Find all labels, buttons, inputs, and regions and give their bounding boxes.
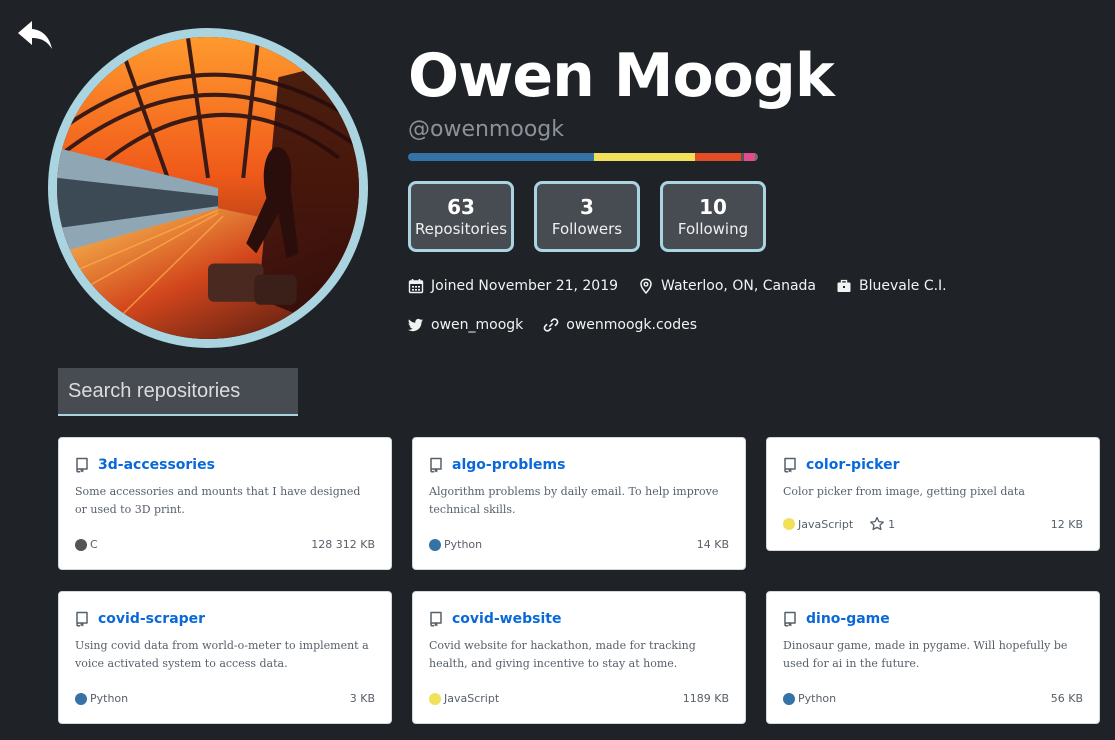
website-link[interactable]: owenmoogk.codes (543, 317, 697, 333)
repo-icon (76, 457, 88, 473)
repo-footer: Python 14 KB (429, 538, 729, 551)
repo-footer: C 128 312 KB (75, 538, 375, 551)
language-color-dot (783, 692, 795, 705)
calendar-icon (408, 279, 424, 294)
followers-stat[interactable]: 3 Followers (534, 181, 640, 252)
repo-stars[interactable]: 1 (869, 516, 895, 532)
star-icon (870, 516, 885, 531)
repo-footer: Python 56 KB (783, 692, 1083, 705)
repo-icon (430, 457, 442, 473)
twitter-link[interactable]: owen_moogk (408, 317, 523, 333)
repo-card[interactable]: algo-problems Algorithm problems by dail… (412, 437, 746, 570)
location-text: Waterloo, ON, Canada (661, 278, 817, 294)
language-bar-segment (593, 153, 695, 161)
location-pin-icon (640, 278, 652, 294)
language-bar-segment (695, 153, 741, 161)
repo-description: Using covid data from world-o-meter to i… (75, 639, 369, 670)
repo-footer: Python 3 KB (75, 692, 375, 705)
search-repositories-input[interactable] (58, 368, 298, 416)
repo-language: JavaScript (798, 517, 854, 531)
website-url: owenmoogk.codes (566, 317, 698, 333)
repo-name[interactable]: covid-website (452, 610, 561, 628)
star-count: 1 (888, 517, 896, 531)
repo-description: Covid website for hackathon, made for tr… (429, 639, 696, 670)
language-color-dot (429, 692, 441, 705)
repo-icon (784, 457, 796, 473)
repo-name[interactable]: 3d-accessories (98, 456, 215, 474)
repo-icon (430, 611, 442, 627)
joined-text: Joined November 21, 2019 (431, 278, 619, 294)
repo-name[interactable]: dino-game (806, 610, 890, 628)
repo-title: covid-website (429, 610, 729, 628)
repo-title: color-picker (783, 456, 1083, 474)
repo-description: Algorithm problems by daily email. To he… (429, 485, 719, 516)
followers-label: Followers (551, 219, 623, 238)
repo-name[interactable]: algo-problems (452, 456, 565, 474)
repo-description: Dinosaur game, made in pygame. Will hope… (783, 639, 1068, 670)
repo-size: 56 KB (1050, 692, 1083, 705)
repo-description: Color picker from image, getting pixel d… (783, 485, 1025, 498)
avatar (48, 28, 368, 348)
language-bar-segment (744, 153, 755, 161)
location: Waterloo, ON, Canada (638, 278, 816, 294)
repo-size: 128 312 KB (311, 538, 375, 551)
repo-language: Python (90, 692, 129, 705)
repositories-stat[interactable]: 63 Repositories (408, 181, 514, 252)
repo-icon (784, 611, 796, 627)
repo-card[interactable]: dino-game Dinosaur game, made in pygame.… (766, 591, 1100, 724)
back-button[interactable] (16, 18, 54, 52)
repo-size: 12 KB (1050, 517, 1083, 531)
repo-description: Some accessories and mounts that I have … (75, 485, 361, 516)
profile-name: Owen Moogk (408, 41, 835, 111)
twitter-handle: owen_moogk (431, 317, 524, 333)
repo-icon (76, 611, 88, 627)
repo-title: algo-problems (429, 456, 729, 474)
language-color-dot (783, 518, 795, 530)
repo-footer: JavaScript 1189 KB (429, 692, 729, 705)
repositories-label: Repositories (414, 219, 508, 238)
language-bar-segment (408, 153, 594, 161)
briefcase-icon (837, 279, 851, 292)
repo-name[interactable]: covid-scraper (98, 610, 205, 628)
profile-handle: @owenmoogk (408, 117, 564, 142)
company: Bluevale C.I. (836, 278, 947, 294)
repo-size: 1189 KB (682, 692, 729, 705)
repo-card[interactable]: covid-website Covid website for hackatho… (412, 591, 746, 724)
repo-title: 3d-accessories (75, 456, 375, 474)
repo-list: 3d-accessories Some accessories and moun… (58, 437, 1100, 724)
repo-card[interactable]: 3d-accessories Some accessories and moun… (58, 437, 392, 570)
language-bar-segment (754, 153, 758, 161)
back-arrow-icon (18, 21, 52, 49)
profile-links: owen_moogk owenmoogk.codes (408, 317, 717, 333)
repo-size: 14 KB (696, 538, 729, 551)
following-stat[interactable]: 10 Following (660, 181, 766, 252)
repo-name[interactable]: color-picker (806, 456, 900, 474)
repo-title: covid-scraper (75, 610, 375, 628)
repo-title: dino-game (783, 610, 1083, 628)
following-label: Following (677, 219, 749, 238)
twitter-icon (408, 318, 423, 332)
profile-meta: Joined November 21, 2019 Waterloo, ON, C… (408, 278, 967, 294)
repo-size: 3 KB (349, 692, 375, 705)
following-count: 10 (699, 194, 727, 219)
link-icon (543, 318, 559, 332)
language-bar (408, 153, 758, 161)
followers-count: 3 (580, 194, 594, 219)
language-color-dot (75, 538, 87, 551)
repo-language: JavaScript (444, 692, 500, 705)
repo-card[interactable]: color-picker Color picker from image, ge… (766, 437, 1100, 551)
repo-language: C (90, 538, 98, 551)
language-color-dot (429, 538, 441, 551)
profile-stats: 63 Repositories 3 Followers 10 Following (408, 181, 766, 252)
company-text: Bluevale C.I. (859, 278, 947, 294)
repo-language: Python (444, 538, 483, 551)
repo-language: Python (798, 692, 837, 705)
repo-card[interactable]: covid-scraper Using covid data from worl… (58, 591, 392, 724)
repo-footer: JavaScript 1 12 KB (783, 516, 1083, 532)
joined-date: Joined November 21, 2019 (408, 278, 618, 294)
language-color-dot (75, 692, 87, 705)
repositories-count: 63 (447, 194, 475, 219)
